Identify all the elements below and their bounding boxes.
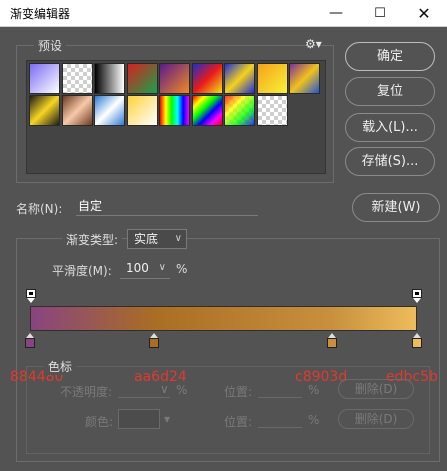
gear-icon[interactable]: ⚙▾ [305,37,322,51]
preset-swatch[interactable] [191,95,223,126]
chevron-down-icon: ▾ [164,412,171,426]
opacity-position-percent: % [308,383,320,397]
gradient-type-label: 渐变类型: [62,231,123,248]
minimize-icon[interactable]: — [314,0,358,27]
load-button[interactable]: 载入(L)... [345,113,435,142]
opacity-stop-right[interactable] [412,289,422,303]
preset-swatch[interactable] [289,63,320,94]
preset-swatch[interactable] [61,95,93,126]
preset-swatch[interactable] [159,63,190,94]
preset-swatch[interactable] [159,95,190,126]
preset-swatch-panel[interactable] [26,60,326,174]
smoothness-value: 100 [126,261,149,275]
preset-swatch[interactable] [224,95,255,126]
preset-swatch[interactable] [29,95,60,126]
preset-swatch[interactable] [94,95,125,126]
smoothness-unit: % [176,262,188,276]
chevron-down-icon: ∨ [158,262,166,273]
chevron-down-icon: ∨ [174,233,182,244]
preset-swatch[interactable] [191,63,223,94]
preset-swatch[interactable] [256,95,288,126]
color-position-percent: % [308,413,320,427]
color-swatch [118,409,160,429]
preset-swatch[interactable] [94,63,125,94]
ok-button[interactable]: 确定 [345,42,435,71]
new-button[interactable]: 新建(W) [352,193,440,222]
preset-swatch[interactable] [256,63,288,94]
color-stop[interactable] [326,333,337,349]
preset-swatch[interactable] [126,95,158,126]
color-position-label: 位置: [224,415,253,429]
smoothness-label: 平滑度(M): [52,264,112,278]
name-field[interactable]: 自定 [76,197,258,216]
opacity-delete-button: 删除(D) [338,379,414,399]
gradient-type-value: 实底 [134,232,159,246]
preset-swatch[interactable] [29,63,60,94]
opacity-stop-left[interactable] [26,289,36,303]
color-stop[interactable] [412,333,422,349]
opacity-position-field [258,382,302,398]
preset-swatch[interactable] [224,63,255,94]
opacity-position-label: 位置: [224,385,253,399]
color-delete-button: 删除(D) [338,409,414,429]
color-label: 颜色: [85,415,114,429]
save-button[interactable]: 存储(S)... [345,147,435,176]
opacity-percent: % [176,383,188,397]
color-stops-label: 色标 [44,358,77,375]
close-icon[interactable]: ✕ [402,0,446,27]
chevron-down-icon: ∨ [160,382,169,396]
title-bar: 渐变编辑器 — ☐ ✕ [0,0,447,27]
opacity-label: 不透明度: [60,385,113,399]
preset-swatch[interactable] [61,63,93,94]
maximize-icon[interactable]: ☐ [358,0,402,27]
presets-label: 预设 [34,37,67,54]
name-label: 名称(N): [16,202,63,216]
reset-button[interactable]: 复位 [345,77,435,106]
color-stop[interactable] [148,333,159,349]
window-title: 渐变编辑器 [10,7,71,21]
gradient-type-select[interactable]: 实底 ∨ [127,229,187,249]
gradient-preview-bar[interactable] [30,306,417,331]
smoothness-select[interactable]: 100 ∨ [120,259,170,279]
color-stop[interactable] [25,333,35,349]
preset-swatch[interactable] [126,63,158,94]
color-position-field [258,412,302,428]
